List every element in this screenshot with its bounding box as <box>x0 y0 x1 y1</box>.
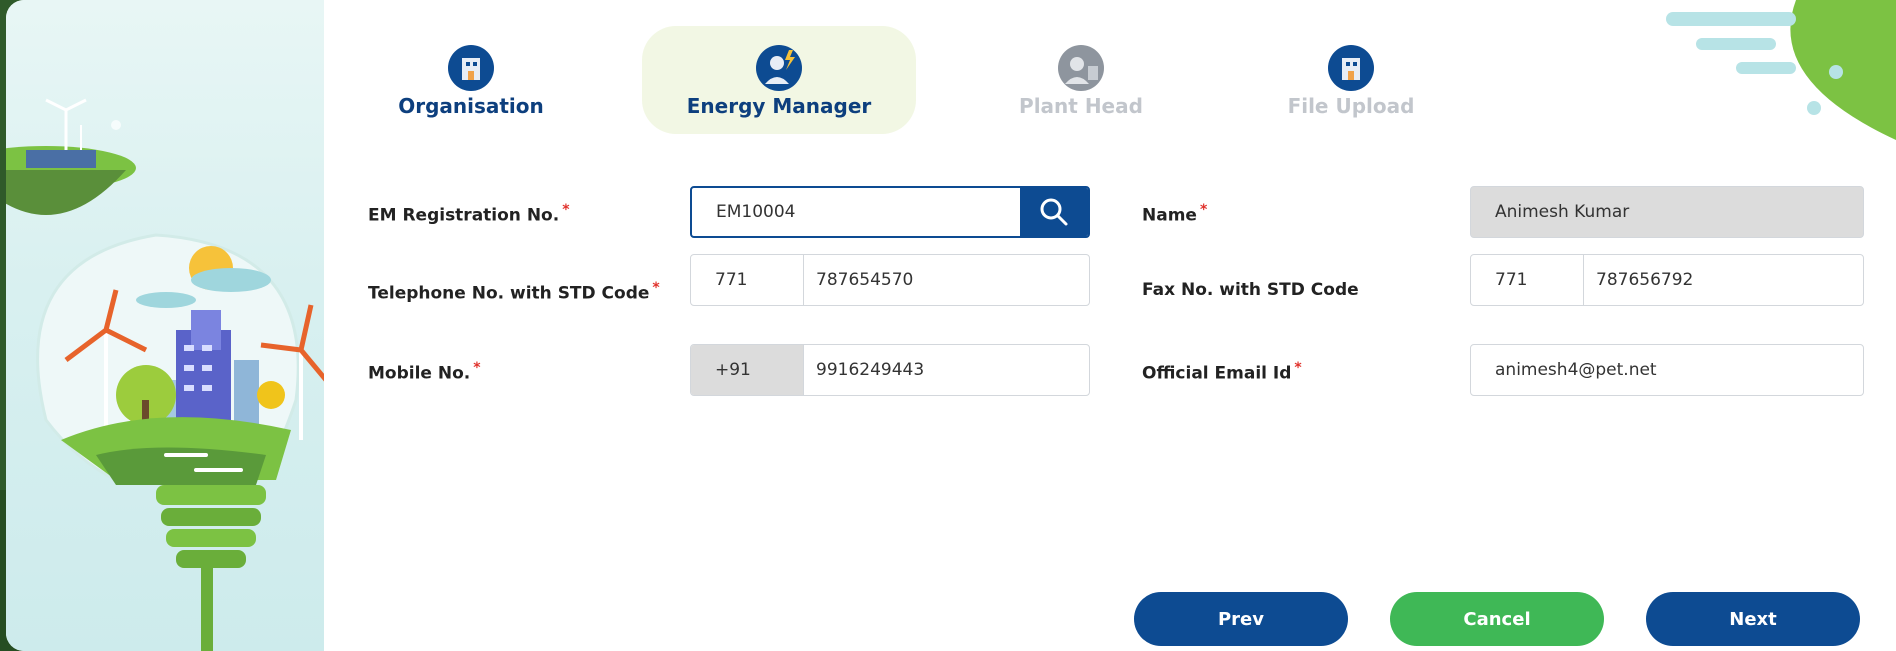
telephone-field[interactable]: 771 787654570 <box>690 254 1090 306</box>
name-field[interactable]: Animesh Kumar <box>1470 186 1864 238</box>
name-value: Animesh Kumar <box>1495 202 1630 222</box>
step-energy-manager[interactable]: Energy Manager <box>642 26 916 134</box>
email-label: Official Email Id * <box>1142 360 1302 384</box>
mobile-field[interactable]: +91 9916249443 <box>690 344 1090 396</box>
telephone-std-code-input[interactable]: 771 <box>691 255 804 305</box>
em-registration-label: EM Registration No. * <box>368 202 570 226</box>
prev-button[interactable]: Prev <box>1134 592 1348 646</box>
decorative-shapes <box>1666 0 1896 140</box>
organisation-building-icon <box>448 45 494 91</box>
eco-lightbulb-illustration <box>6 98 328 651</box>
fax-std-code-input[interactable]: 771 <box>1471 255 1584 305</box>
fax-label: Fax No. with STD Code <box>1142 280 1359 300</box>
step-label: Plant Head <box>1019 94 1143 118</box>
step-label: Organisation <box>398 94 544 118</box>
search-icon <box>1040 198 1068 226</box>
step-organisation[interactable]: Organisation <box>366 26 576 134</box>
search-button[interactable] <box>1020 188 1088 236</box>
fax-number-input[interactable]: 787656792 <box>1584 255 1863 305</box>
em-registration-input[interactable]: EM10004 <box>692 188 796 236</box>
file-upload-building-icon <box>1328 45 1374 91</box>
eco-illustration-panel <box>6 0 328 651</box>
cancel-button[interactable]: Cancel <box>1390 592 1604 646</box>
registration-card: Organisation Energy Manager Plant Head F… <box>6 0 1896 651</box>
step-label: Energy Manager <box>686 94 872 118</box>
name-label: Name * <box>1142 202 1208 226</box>
plant-head-person-icon <box>1058 45 1104 91</box>
fax-field[interactable]: 771 787656792 <box>1470 254 1864 306</box>
step-file-upload[interactable]: File Upload <box>1246 26 1456 134</box>
em-registration-field[interactable]: EM10004 <box>690 186 1090 238</box>
telephone-number-input[interactable]: 787654570 <box>804 255 1089 305</box>
telephone-label: Telephone No. with STD Code * <box>368 280 660 304</box>
next-button[interactable]: Next <box>1646 592 1860 646</box>
mobile-number-input[interactable]: 9916249443 <box>804 345 1089 395</box>
mobile-label: Mobile No. * <box>368 360 481 384</box>
email-field[interactable]: animesh4@pet.net <box>1470 344 1864 396</box>
step-label: File Upload <box>1287 94 1415 118</box>
energy-manager-person-icon <box>756 45 802 91</box>
mobile-country-code: +91 <box>691 345 804 395</box>
email-input[interactable]: animesh4@pet.net <box>1471 345 1657 395</box>
step-plant-head[interactable]: Plant Head <box>976 26 1186 134</box>
